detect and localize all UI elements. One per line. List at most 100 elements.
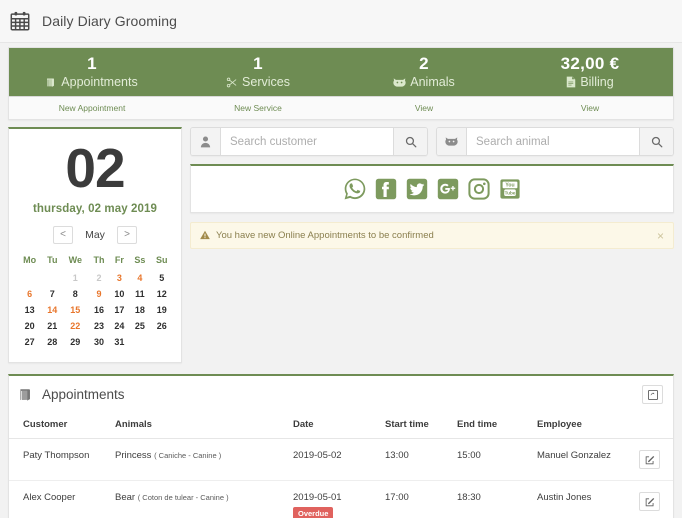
prev-month-button[interactable]: < (53, 226, 73, 244)
youtube-icon[interactable]: You Tube (498, 177, 522, 201)
cell-employee: Austin Jones (537, 492, 592, 503)
calendar-day-cell[interactable]: 21 (42, 318, 62, 334)
pet-icon (393, 77, 406, 88)
app-root: Daily Diary Grooming 1 Appointments 1 Se… (0, 0, 682, 518)
table-row: Paty Thompson Princess ( Caniche - Canine… (9, 438, 673, 481)
stat-label-wrap: Animals (393, 75, 455, 89)
social-card: You Tube (190, 164, 674, 213)
svg-text:You: You (505, 183, 514, 189)
calendar-day-cell[interactable]: 4 (129, 270, 150, 286)
edit-icon[interactable] (639, 450, 660, 469)
calendar-weeks: 1 2 3 4 5 6 7 8 9 10 11 12 13 14 15 16 17 18 19 20 21 22 23 24 2… (17, 270, 173, 350)
calendar-day-cell[interactable]: 26 (151, 318, 173, 334)
calendar-day-cell[interactable]: 5 (151, 270, 173, 286)
twitter-icon[interactable] (405, 177, 429, 201)
cell-end-time: 15:00 (457, 438, 537, 481)
calendar-day-cell[interactable]: 13 (17, 302, 42, 318)
search-icon[interactable] (393, 128, 427, 155)
alert-text: You have new Online Appointments to be c… (216, 230, 434, 241)
close-icon[interactable]: × (657, 230, 664, 242)
next-month-button[interactable]: > (117, 226, 137, 244)
calendar-day-cell[interactable]: 22 (62, 318, 88, 334)
calendar-day-cell[interactable]: 17 (110, 302, 129, 318)
search-icon[interactable] (639, 128, 673, 155)
calendar-month-nav: < May > (17, 226, 173, 244)
calendar-week-row: 20 21 22 23 24 25 26 (17, 318, 173, 334)
animal-breed: ( Coton de tulear - Canine ) (137, 493, 229, 502)
stat-label: Services (242, 75, 290, 89)
book-icon (46, 77, 57, 88)
stats-links-row: New Appointment New Service View View (9, 96, 673, 119)
search-row (190, 127, 674, 156)
calendar-day-cell[interactable]: 28 (42, 334, 62, 350)
calendar-day-cell[interactable]: 7 (42, 286, 62, 302)
search-animal-input[interactable] (467, 128, 639, 155)
cell-animal: Princess ( Caniche - Canine ) (115, 438, 293, 481)
calendar-day-cell[interactable]: 14 (42, 302, 62, 318)
column-header-start-time: Start time (385, 410, 457, 439)
calendar-day-cell[interactable]: 6 (17, 286, 42, 302)
column-header-customer: Customer (9, 410, 115, 439)
whatsapp-icon[interactable] (343, 177, 367, 201)
stat-label: Animals (410, 75, 455, 89)
refresh-icon[interactable] (642, 385, 663, 404)
facebook-icon[interactable] (374, 177, 398, 201)
calendar-day-cell[interactable]: 9 (88, 286, 109, 302)
google-plus-icon[interactable] (436, 177, 460, 201)
calendar-week-row: 12345 (17, 270, 173, 286)
calendar-day-cell[interactable]: 11 (129, 286, 150, 302)
column-header-date: Date (293, 410, 385, 439)
stat-value: 32,00 € (560, 54, 620, 73)
calendar-day-cell[interactable]: 18 (129, 302, 150, 318)
stat-value: 2 (419, 54, 429, 73)
calendar-day-cell[interactable]: 25 (129, 318, 150, 334)
calendar-day-cell[interactable]: 10 (110, 286, 129, 302)
appointments-table: Customer Animals Date Start time End tim… (9, 410, 673, 518)
calendar-day-cell[interactable]: 29 (62, 334, 88, 350)
calendar-day-cell[interactable]: 31 (110, 334, 129, 350)
cell-date: 2019-05-01 Overdue (293, 481, 385, 518)
calendar-day-cell[interactable]: 19 (151, 302, 173, 318)
link-view-animals[interactable]: View (341, 97, 507, 119)
search-customer-input[interactable] (221, 128, 393, 155)
cell-end-time: 18:30 (457, 492, 481, 503)
calendar-day-cell[interactable]: 20 (17, 318, 42, 334)
calendar-day-cell[interactable]: 1 (62, 270, 88, 286)
invoice-icon (566, 76, 576, 88)
book-icon (19, 387, 34, 402)
svg-text:Tube: Tube (504, 191, 515, 196)
calendar-empty-cell (17, 270, 42, 286)
warning-icon (200, 227, 210, 245)
scissors-icon (226, 77, 238, 88)
status-badge: Overdue (293, 507, 334, 518)
link-view-billing[interactable]: View (507, 97, 673, 119)
customer-search-box (190, 127, 428, 156)
calendar-day-cell[interactable]: 16 (88, 302, 109, 318)
stat-services: 1 Services (175, 48, 341, 96)
calendar-day-cell[interactable]: 12 (151, 286, 173, 302)
main-columns: 02 thursday, 02 may 2019 < May > Mo Tu W… (8, 127, 674, 363)
cell-customer: Paty Thompson (9, 438, 115, 481)
stats-panel: 1 Appointments 1 Services 2 Animals 32,0… (8, 47, 674, 120)
calendar-day-cell[interactable]: 8 (62, 286, 88, 302)
cell-animal: Bear ( Coton de tulear - Canine ) (115, 481, 293, 518)
appointments-rows: Paty Thompson Princess ( Caniche - Canine… (9, 438, 673, 518)
date-value: 2019-05-01 (293, 492, 342, 503)
column-header-animals: Animals (115, 410, 293, 439)
appointments-section: Appointments Customer Animals Date Start… (8, 374, 674, 518)
link-new-appointment[interactable]: New Appointment (9, 97, 175, 119)
calendar-day-cell[interactable]: 27 (17, 334, 42, 350)
calendar-day-cell[interactable]: 30 (88, 334, 109, 350)
instagram-icon[interactable] (467, 177, 491, 201)
weekday-header: Su (156, 255, 168, 265)
calendar-empty-cell (42, 270, 62, 286)
stats-row: 1 Appointments 1 Services 2 Animals 32,0… (9, 48, 673, 96)
calendar-day-cell[interactable]: 3 (110, 270, 129, 286)
calendar-day-cell[interactable]: 2 (88, 270, 109, 286)
cell-employee: Manuel Gonzalez (537, 438, 631, 481)
edit-icon[interactable] (639, 492, 660, 511)
link-new-service[interactable]: New Service (175, 97, 341, 119)
calendar-day-cell[interactable]: 15 (62, 302, 88, 318)
calendar-day-cell[interactable]: 23 (88, 318, 109, 334)
calendar-day-cell[interactable]: 24 (110, 318, 129, 334)
